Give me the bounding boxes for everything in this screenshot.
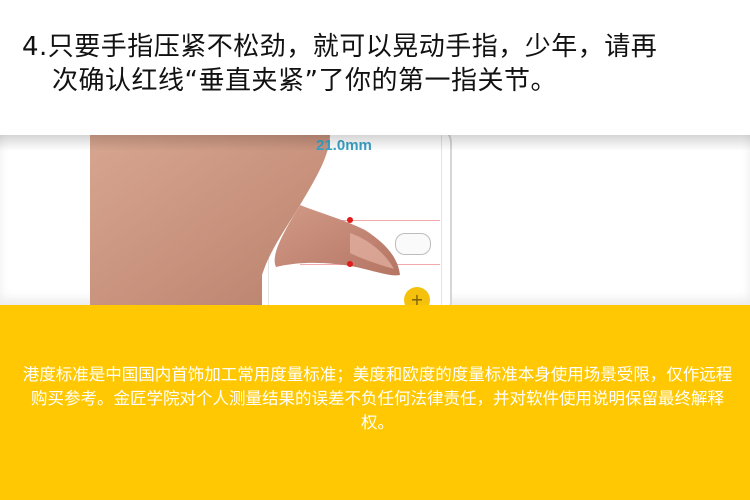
disclaimer-text: 港度标准是中国国内首饰加工常用度量标准；美度和欧度的度量标准本身使用场景受限，仅…: [22, 365, 733, 432]
red-marker-bottom: [347, 261, 353, 267]
hand-illustration: [90, 135, 400, 305]
disclaimer-banner: 港度标准是中国国内首饰加工常用度量标准；美度和欧度的度量标准本身使用场景受限，仅…: [0, 305, 750, 500]
red-marker-top: [347, 217, 353, 223]
instruction-line-2: 次确认红线“垂直夹紧”了你的第一指关节。: [52, 66, 557, 96]
photo-top-shadow: [0, 135, 750, 151]
instruction-line-1: 4.只要手指压紧不松劲，就可以晃动手指，少年，请再: [22, 32, 658, 62]
measurement-photo: 21.0mm +: [0, 135, 750, 305]
instruction-text: 4.只要手指压紧不松劲，就可以晃动手指，少年，请再 次确认红线“垂直夹紧”了你的…: [22, 30, 734, 98]
